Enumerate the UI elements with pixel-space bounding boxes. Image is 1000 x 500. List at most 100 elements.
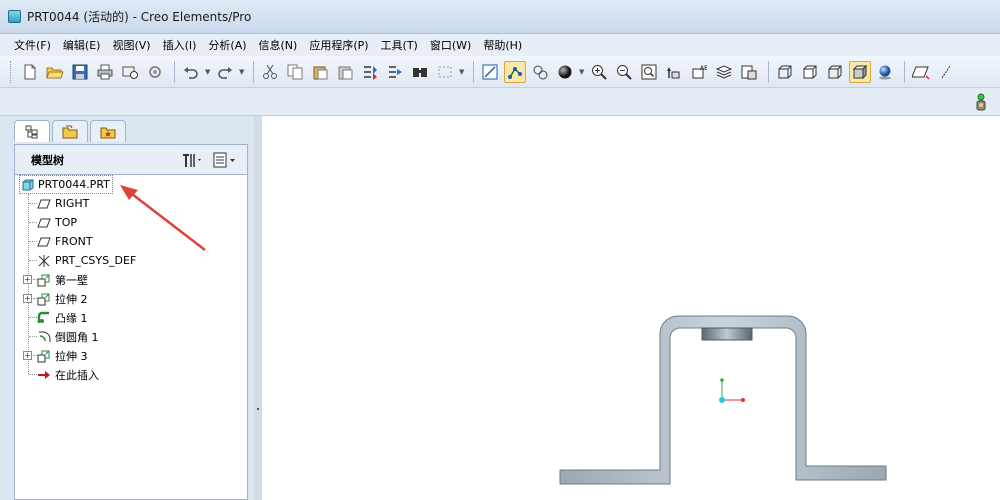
copy-icon[interactable] [284,61,306,83]
paste-special-icon[interactable] [334,61,356,83]
shading-icon[interactable] [554,61,576,83]
folder-browser-icon [62,125,78,138]
regeneration-status-icon [976,93,986,111]
redo-icon[interactable] [214,61,236,83]
shading-dropdown-icon[interactable]: ▼ [579,68,585,76]
menu-info[interactable]: 信息(N) [253,37,304,53]
tab-favorites[interactable] [90,120,126,142]
extrude-feature-icon [37,293,50,305]
tree-settings-button[interactable] [181,152,203,168]
tree-root-label: PRT0044.PRT [38,178,110,191]
tools-icon [183,153,201,167]
select-dropdown-icon[interactable]: ▼ [459,68,465,76]
repaint-icon[interactable] [479,61,501,83]
tree-item[interactable]: 第一壁 [37,270,88,289]
menu-file[interactable]: 文件(F) [8,37,57,53]
tree-root-item[interactable]: PRT0044.PRT [19,175,113,194]
flange-icon [37,311,49,323]
zoom-in-icon[interactable] [588,61,610,83]
hidden-line-icon[interactable] [799,61,821,83]
csys-marker [719,378,745,403]
tree-item[interactable]: PRT_CSYS_DEF [37,251,136,270]
graphics-window[interactable] [262,116,1000,500]
tree-connector-line [29,260,37,261]
datum-planes-icon[interactable] [910,61,932,83]
tab-folder-browser[interactable] [52,120,88,142]
datum-plane-icon [37,199,51,208]
saved-views-icon[interactable]: AB [688,61,710,83]
regen-manager-icon[interactable] [384,61,406,83]
view-manager-icon[interactable] [738,61,760,83]
no-hidden-icon[interactable] [824,61,846,83]
tree-item[interactable]: FRONT [37,232,93,251]
flange-boss[interactable] [701,327,753,341]
refit-icon[interactable] [638,61,660,83]
send-mail-icon[interactable] [119,61,141,83]
tree-item[interactable]: RIGHT [37,194,89,213]
navigator-panel: 模型树 PRT0044.PRT RIGHT TOP FRONT PRT_CSYS… [0,116,262,500]
tree-item-insert-here[interactable]: 在此插入 [37,365,99,384]
panel-splitter[interactable] [254,116,262,500]
favorites-icon [100,127,116,138]
menu-applications[interactable]: 应用程序(P) [303,37,374,53]
spin-center-icon[interactable] [529,61,551,83]
tab-model-tree[interactable] [14,120,50,142]
sync-icon[interactable] [144,61,166,83]
extrude-feature-icon [37,274,50,286]
tree-item[interactable]: 倒圆角 1 [37,327,99,346]
undo-icon[interactable] [180,61,202,83]
menu-analysis[interactable]: 分析(A) [202,37,252,53]
tree-item[interactable]: 凸缘 1 [37,308,88,327]
select-box-icon[interactable] [434,61,456,83]
splitter-handle[interactable] [257,408,259,410]
tree-connector-line [29,317,37,318]
expand-toggle[interactable]: + [23,294,32,303]
show-list-icon [213,152,235,167]
window-title: PRT0044 (活动的) - Creo Elements/Pro [27,10,252,24]
redo-dropdown-icon[interactable]: ▼ [239,68,245,76]
tree-item-label: RIGHT [55,197,90,210]
title-bar: PRT0044 (活动的) - Creo Elements/Pro [0,0,1000,34]
model-tree: PRT0044.PRT RIGHT TOP FRONT PRT_CSYS_DEF… [14,174,248,500]
navigator-tabs [14,120,128,144]
tree-item[interactable]: 拉伸 3 [37,346,88,365]
toolbar-grip[interactable] [10,60,13,83]
menu-bar: 文件(F) 编辑(E) 视图(V) 插入(I) 分析(A) 信息(N) 应用程序… [0,34,1000,56]
model-viewport[interactable] [262,116,1000,500]
zoom-out-icon[interactable] [613,61,635,83]
menu-tools[interactable]: 工具(T) [375,37,424,53]
tree-item[interactable]: TOP [37,213,77,232]
paste-icon[interactable] [309,61,331,83]
undo-dropdown-icon[interactable]: ▼ [205,68,211,76]
wireframe-icon[interactable] [774,61,796,83]
new-file-icon[interactable] [19,61,41,83]
model-tree-header: 模型树 [14,144,248,174]
save-icon[interactable] [69,61,91,83]
tree-item-label: 倒圆角 1 [55,330,99,344]
tree-item[interactable]: 拉伸 2 [37,289,88,308]
expand-toggle[interactable]: + [23,351,32,360]
regenerate-icon[interactable] [359,61,381,83]
menu-insert[interactable]: 插入(I) [157,37,203,53]
print-icon[interactable] [94,61,116,83]
reorient-icon[interactable] [663,61,685,83]
find-icon[interactable] [409,61,431,83]
expand-toggle[interactable]: + [23,275,32,284]
enhanced-realism-icon[interactable] [874,61,896,83]
cut-icon[interactable] [259,61,281,83]
tree-connector-line [29,222,37,223]
part-app-icon [8,10,21,23]
layers-icon[interactable] [713,61,735,83]
csys-icon [38,254,50,267]
secondary-toolbar [0,88,1000,116]
tree-show-button[interactable] [213,152,237,168]
datum-axes-icon[interactable] [935,61,957,83]
menu-view[interactable]: 视图(V) [106,37,156,53]
main-toolbar: ▼ ▼ ▼ ▼ AB [0,56,1000,88]
menu-edit[interactable]: 编辑(E) [57,37,107,53]
datum-display-icon[interactable] [504,60,526,83]
menu-help[interactable]: 帮助(H) [477,37,528,53]
open-folder-icon[interactable] [44,61,66,83]
menu-window[interactable]: 窗口(W) [424,37,477,53]
shaded-icon[interactable] [849,60,871,83]
